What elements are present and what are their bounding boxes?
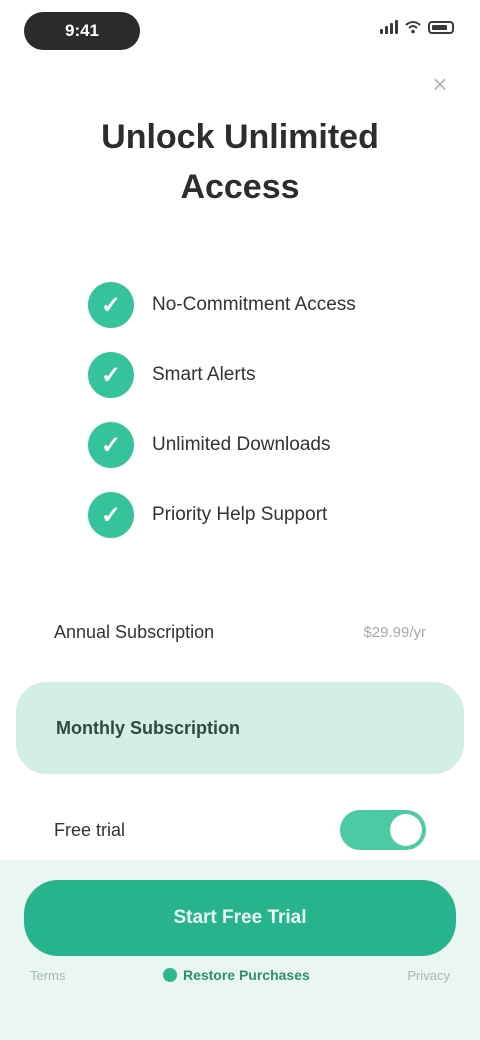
close-icon[interactable]: × [426,70,454,98]
restore-label: Restore Purchases [182,967,310,983]
free-trial-label: Free trial [54,819,126,840]
free-trial-toggle[interactable] [340,810,426,850]
plan-option-monthly[interactable]: Monthly Subscription [16,682,464,774]
check-icon: ✓ [88,352,134,398]
plan-label: Annual Subscription [54,621,215,642]
start-trial-button[interactable]: Start Free Trial [24,880,456,956]
feature-list: ✓ No-Commitment Access ✓ Smart Alerts ✓ … [88,270,428,550]
feature-item: ✓ Smart Alerts [88,340,428,410]
feature-label: No-Commitment Access [152,294,356,315]
plan-price: $29.99/yr [363,623,426,641]
status-icons [380,20,454,34]
feature-label: Priority Help Support [152,504,328,525]
restore-icon [162,968,177,982]
feature-label: Unlimited Downloads [152,434,331,455]
status-bar: 9:41 [0,0,480,64]
cellular-signal-icon [380,20,398,34]
check-icon: ✓ [88,492,134,538]
privacy-link[interactable]: Privacy [407,968,450,983]
feature-item: ✓ Priority Help Support [88,480,428,550]
status-time: 9:41 [24,12,140,50]
restore-purchases-link[interactable]: Restore Purchases [162,967,310,983]
feature-label: Smart Alerts [152,364,256,385]
check-icon: ✓ [88,422,134,468]
wifi-icon [405,21,421,34]
terms-link[interactable]: Terms [30,968,65,983]
battery-icon [428,20,454,34]
plan-label: Monthly Subscription [56,717,240,738]
feature-item: ✓ No-Commitment Access [88,270,428,340]
page-title: Unlock Unlimited Access [101,118,379,206]
footer: Terms Restore Purchases Privacy [0,958,480,992]
free-trial-row: Free trial [24,790,456,870]
check-icon: ✓ [88,282,134,328]
feature-item: ✓ Unlimited Downloads [88,410,428,480]
plan-option-annual[interactable]: Annual Subscription $29.99/yr [24,600,456,664]
